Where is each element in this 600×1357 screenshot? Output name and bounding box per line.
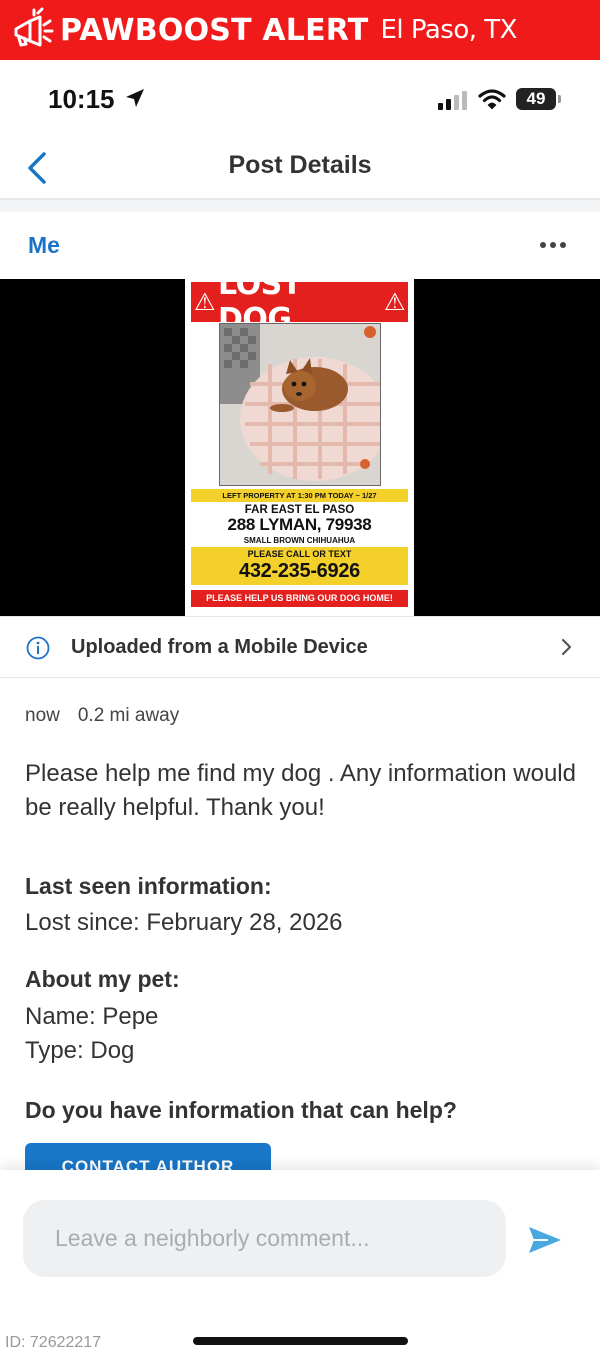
battery-icon: 49 <box>516 88 556 110</box>
alert-banner: PAWBOOST ALERT El Paso, TX <box>0 0 600 60</box>
flyer-breed: SMALL BROWN CHIHUAHUA <box>243 536 356 545</box>
comment-field[interactable] <box>23 1200 506 1277</box>
help-heading: Do you have information that can help? <box>25 1097 457 1123</box>
alert-city: El Paso, TX <box>380 15 517 45</box>
info-icon <box>26 636 50 660</box>
flyer-plea: PLEASE HELP US BRING OUR DOG HOME! <box>191 590 408 607</box>
comment-composer <box>0 1170 600 1306</box>
flyer-contact-box: PLEASE CALL OR TEXT 432-235-6926 <box>191 547 408 585</box>
post-distance: 0.2 mi away <box>77 705 180 726</box>
flyer-left-property: LEFT PROPERTY AT 1:30 PM TODAY ~ 1/27 <box>191 489 408 502</box>
post-time: now <box>25 705 60 726</box>
flyer-phone: 432-235-6926 <box>239 560 360 582</box>
comment-input[interactable] <box>23 1200 506 1277</box>
wifi-icon <box>478 89 506 110</box>
post-image[interactable]: ⚠ LOST DOG ⚠ LEFT PROPERTY AT 1:30 PM TO… <box>0 267 600 616</box>
flyer-call-prompt: PLEASE CALL OR TEXT <box>247 549 352 559</box>
chevron-right-icon <box>561 638 572 656</box>
footer: ID: 72622217 <box>0 1306 600 1357</box>
warning-icon: ⚠ <box>194 288 216 316</box>
post-meta: now 0.2 mi away <box>25 705 179 727</box>
upload-source-label: Uploaded from a Mobile Device <box>71 636 368 658</box>
megaphone-icon <box>14 7 54 47</box>
pet-type: Type: Dog <box>25 1037 135 1064</box>
about-pet-heading: About my pet: <box>25 966 180 992</box>
page-title: Post Details <box>228 151 372 179</box>
status-bar: 10:15 49 <box>0 60 600 138</box>
cellular-signal-icon <box>438 91 467 110</box>
upload-source-row[interactable]: Uploaded from a Mobile Device <box>0 616 600 678</box>
home-indicator[interactable] <box>193 1337 408 1345</box>
flyer-headline: ⚠ LOST DOG ⚠ <box>191 267 408 337</box>
lost-dog-flyer: ⚠ LOST DOG ⚠ LEFT PROPERTY AT 1:30 PM TO… <box>185 267 414 616</box>
post-id: ID: 72622217 <box>5 1334 102 1351</box>
battery-cap <box>558 95 561 103</box>
post-description: Please help me find my dog . Any informa… <box>25 760 576 821</box>
status-time: 10:15 <box>48 84 115 114</box>
flyer-address: 288 LYMAN, 79938 <box>227 515 372 534</box>
more-options-icon[interactable] <box>540 242 566 248</box>
pet-name: Name: Pepe <box>25 1003 159 1030</box>
location-arrow-icon <box>126 89 144 107</box>
nav-bar: Post Details <box>0 138 600 200</box>
send-icon[interactable] <box>528 1225 562 1255</box>
post-author[interactable]: Me <box>28 232 60 259</box>
brand-name: PAWBOOST ALERT <box>60 12 369 48</box>
lost-since: Lost since: February 28, 2026 <box>25 909 343 936</box>
section-divider <box>0 200 600 212</box>
dog-photo <box>219 323 381 486</box>
last-seen-heading: Last seen information: <box>25 873 272 899</box>
warning-icon: ⚠ <box>383 288 406 316</box>
